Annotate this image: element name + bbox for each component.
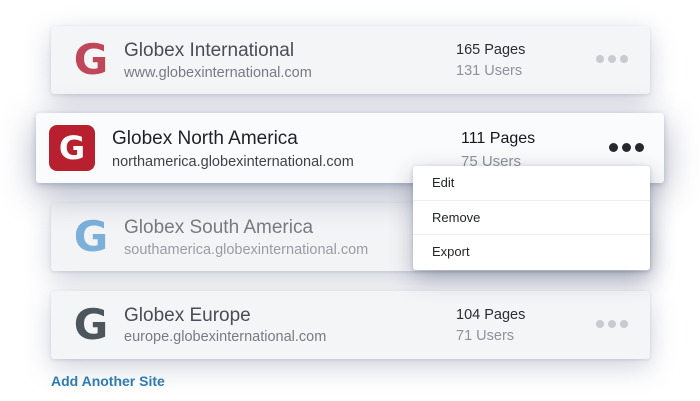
site-stats: 111 Pages 75 Users bbox=[461, 130, 535, 170]
site-url: northamerica.globexinternational.com bbox=[112, 154, 354, 170]
menu-item-export[interactable]: Export bbox=[413, 235, 650, 270]
site-card-globex-europe[interactable]: G Globex Europe europe.globexinternation… bbox=[51, 291, 650, 359]
site-stats: 165 Pages 131 Users bbox=[456, 42, 525, 79]
site-name: Globex South America bbox=[124, 217, 314, 238]
site-url: southamerica.globexinternational.com bbox=[124, 242, 369, 258]
globex-g-logo-icon: G bbox=[73, 212, 109, 261]
site-name: Globex Europe bbox=[124, 305, 251, 326]
more-horizontal-icon bbox=[596, 55, 604, 63]
more-horizontal-icon bbox=[596, 320, 604, 328]
site-pages-count: 111 Pages bbox=[461, 130, 536, 147]
site-name: Globex North America bbox=[112, 128, 298, 149]
menu-item-edit[interactable]: Edit bbox=[413, 166, 650, 201]
more-options-button[interactable] bbox=[609, 143, 644, 152]
add-another-site-link[interactable]: Add Another Site bbox=[51, 373, 165, 389]
site-name: Globex International bbox=[124, 40, 295, 61]
more-options-button[interactable] bbox=[596, 55, 628, 63]
site-card-globex-international[interactable]: G Globex International www.globexinterna… bbox=[51, 26, 650, 94]
site-options-menu: Edit Remove Export bbox=[413, 166, 650, 270]
site-pages-count: 104 Pages bbox=[456, 307, 526, 323]
menu-item-remove[interactable]: Remove bbox=[413, 201, 650, 236]
site-users-count: 71 Users bbox=[456, 328, 515, 344]
sites-list: G Globex International www.globexinterna… bbox=[0, 0, 700, 401]
more-options-button[interactable] bbox=[596, 320, 628, 328]
site-stats: 104 Pages 71 Users bbox=[456, 307, 525, 344]
site-pages-count: 165 Pages bbox=[456, 42, 526, 58]
globex-g-logo-icon: G bbox=[73, 35, 109, 84]
more-horizontal-icon bbox=[609, 143, 618, 152]
globex-g-logo-icon: G bbox=[73, 300, 109, 349]
site-url: europe.globexinternational.com bbox=[124, 329, 327, 345]
site-url: www.globexinternational.com bbox=[124, 65, 312, 81]
site-users-count: 131 Users bbox=[456, 63, 523, 79]
globex-g-logo-icon: G bbox=[49, 125, 95, 171]
